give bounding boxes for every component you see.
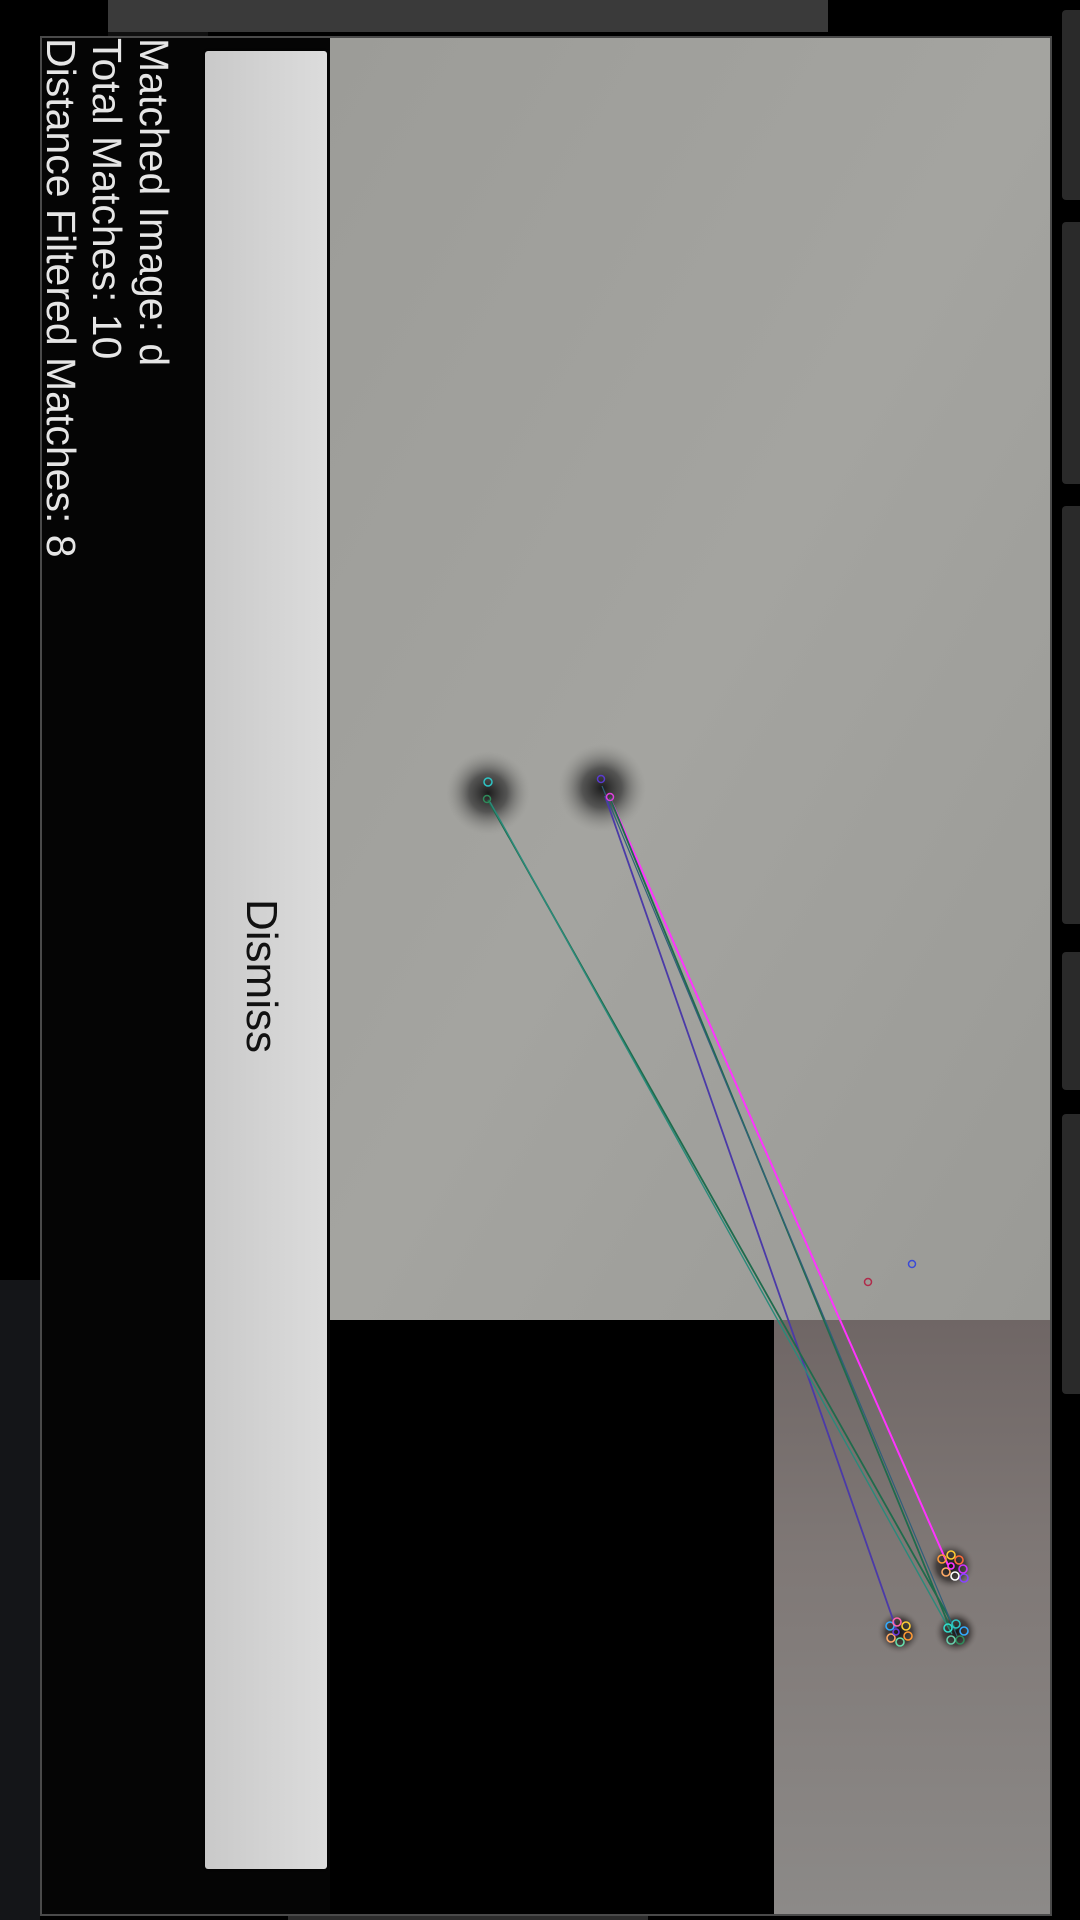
feature-match-canvas: [330, 38, 1050, 1914]
matched-image-label: Matched Image: d: [131, 38, 177, 367]
side-tab: [1062, 1114, 1080, 1394]
filtered-matches-label: Distance Filtered Matches: 8: [40, 38, 84, 558]
background-top-strip: [108, 0, 828, 32]
side-tab: [1062, 952, 1080, 1090]
feature-spot: [446, 751, 530, 835]
feature-spot: [934, 1610, 978, 1654]
side-tab: [1062, 10, 1080, 200]
dismiss-button[interactable]: Dismiss: [205, 51, 327, 1869]
side-tab: [1062, 222, 1080, 484]
background-panel-lower: [0, 1280, 40, 1920]
dismiss-button-label: Dismiss: [237, 899, 286, 1053]
feature-match-image: [330, 38, 1050, 1914]
match-info: Matched Image: d Total Matches: 10 Dista…: [40, 38, 212, 1914]
match-result-dialog: Matched Image: d Total Matches: 10 Dista…: [40, 36, 1052, 1916]
total-matches-label: Total Matches: 10: [84, 38, 130, 360]
feature-spot: [558, 744, 646, 832]
query-image: [330, 38, 1050, 1320]
side-tab: [1062, 506, 1080, 924]
empty-area: [330, 1320, 774, 1914]
background-side-tabs: [1052, 10, 1080, 1410]
